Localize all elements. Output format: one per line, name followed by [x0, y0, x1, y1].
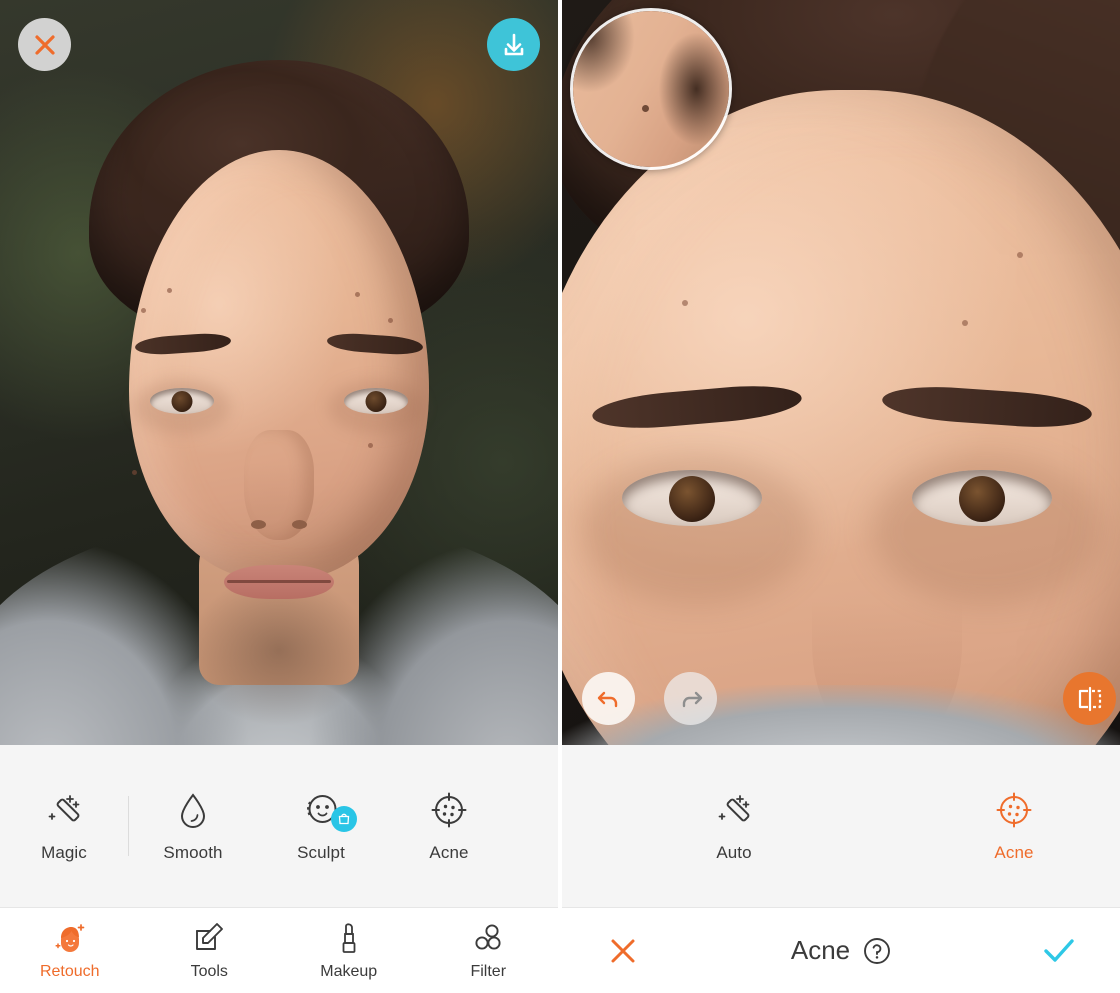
acne-action-bar: Acne: [562, 908, 1120, 993]
retouch-face-icon: [52, 920, 88, 956]
undo-arrow-icon: [597, 691, 617, 707]
tab-label: Tools: [190, 963, 228, 980]
three-circles-icon: [470, 920, 506, 956]
download-icon: [504, 33, 523, 55]
tool-label: Magic: [41, 843, 87, 862]
main-tab-bar[interactable]: Retouch Tools Makeup Filter: [0, 908, 558, 993]
help-button[interactable]: [863, 937, 891, 965]
iris-right: [365, 391, 387, 412]
iris-left: [669, 476, 715, 522]
tool-smooth[interactable]: Smooth: [129, 776, 257, 876]
tool-acne[interactable]: Acne: [385, 776, 513, 876]
water-drop-icon: [172, 789, 214, 831]
pencil-square-icon: [191, 920, 227, 956]
tool-firm[interactable]: Firm: [513, 776, 558, 876]
sweater-shape: [562, 685, 1120, 745]
portrait-photo-before[interactable]: [0, 0, 558, 745]
magnifier-loupe: [570, 8, 732, 170]
iris-right: [959, 476, 1005, 522]
tool-label: Sculpt: [297, 843, 345, 862]
compare-button[interactable]: [1063, 672, 1116, 725]
mouth-line: [227, 580, 331, 583]
cancel-button[interactable]: [600, 928, 646, 974]
tool-auto[interactable]: Auto: [670, 776, 798, 876]
help-circle-icon: [864, 937, 891, 964]
tool-sculpt[interactable]: Sculpt: [257, 776, 385, 876]
tool-label: Auto: [716, 843, 752, 862]
tool-label: Acne: [429, 843, 469, 862]
action-title: Acne: [791, 935, 891, 966]
tab-makeup[interactable]: Makeup: [279, 920, 419, 981]
portrait-photo-zoomed[interactable]: [562, 0, 1120, 745]
tab-filter[interactable]: Filter: [419, 920, 559, 981]
save-button[interactable]: [487, 18, 540, 71]
magnifier-content: [573, 11, 729, 167]
eye-left: [622, 470, 762, 526]
tool-magic[interactable]: Magic: [0, 776, 128, 876]
acne-tool-strip[interactable]: Auto Acne: [562, 745, 1120, 908]
lipstick-icon: [331, 920, 367, 956]
tab-label: Filter: [470, 963, 507, 980]
redo-button[interactable]: [664, 672, 717, 725]
tool-acne[interactable]: Acne: [950, 776, 1078, 876]
undo-button[interactable]: [582, 672, 635, 725]
skin-blemish: [368, 443, 373, 448]
skin-blemish: [682, 300, 688, 306]
eye-right: [912, 470, 1052, 526]
redo-arrow-icon: [682, 691, 702, 707]
confirm-button[interactable]: [1036, 928, 1082, 974]
action-title-text: Acne: [790, 935, 851, 965]
tab-label: Retouch: [39, 963, 100, 980]
stubble-shading: [154, 520, 404, 730]
tab-tools[interactable]: Tools: [140, 920, 280, 981]
magic-wand-icon: [713, 789, 755, 831]
acne-target-icon: [993, 789, 1035, 831]
tool-label: Smooth: [163, 843, 223, 862]
firm-face-icon: [556, 789, 558, 831]
compare-split-icon: [1078, 686, 1101, 711]
close-button[interactable]: [18, 18, 71, 71]
acne-target-icon: [428, 789, 470, 831]
store-badge-icon: [331, 806, 357, 832]
magic-wand-icon: [43, 789, 85, 831]
tool-label: Acne: [994, 843, 1034, 862]
eye-left: [150, 388, 214, 414]
close-icon: [611, 939, 635, 962]
retouch-tool-strip[interactable]: Magic Smooth Sculpt Acne: [0, 745, 558, 908]
eye-right: [344, 388, 408, 414]
tab-label: Makeup: [320, 963, 378, 980]
skin-blemish: [962, 320, 968, 326]
checkmark-icon: [1044, 938, 1074, 962]
close-icon: [34, 34, 55, 55]
skin-blemish: [1017, 252, 1023, 258]
right-panel: Auto Acne Acne: [562, 0, 1120, 993]
skin-blemish: [132, 470, 137, 475]
skin-blemish: [388, 318, 393, 323]
app-screen: Magic Smooth Sculpt Acne Retouch Tools M…: [0, 0, 1120, 993]
tab-retouch[interactable]: Retouch: [0, 920, 140, 981]
left-panel: Magic Smooth Sculpt Acne Retouch Tools M…: [0, 0, 558, 993]
skin-blemish: [141, 308, 146, 313]
skin-blemish: [167, 288, 172, 293]
skin-blemish: [355, 292, 360, 297]
iris-left: [171, 391, 193, 412]
magnified-blemish: [641, 104, 649, 112]
